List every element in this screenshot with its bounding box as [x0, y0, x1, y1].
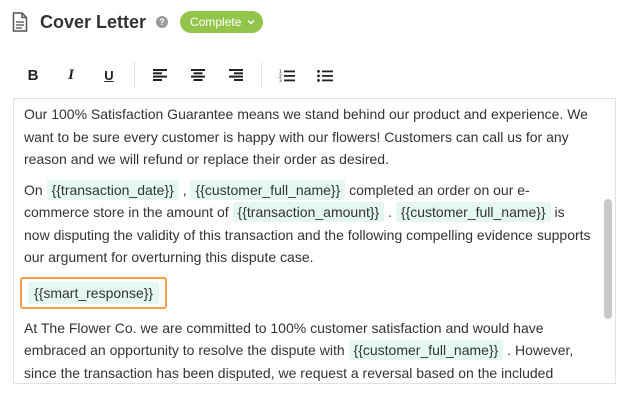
status-label: Complete — [190, 15, 242, 29]
template-variable-customer-full-name[interactable]: {{customer_full_name}} — [190, 179, 346, 200]
align-left-button[interactable] — [141, 60, 179, 90]
template-variable-customer-full-name[interactable]: {{customer_full_name}} — [395, 202, 551, 222]
svg-text:3: 3 — [279, 78, 282, 82]
status-dropdown[interactable]: Complete — [180, 11, 264, 33]
align-right-icon — [229, 69, 243, 81]
toolbar-divider — [261, 62, 262, 88]
paragraph-text: On — [24, 181, 47, 198]
italic-button[interactable]: I — [52, 60, 90, 90]
align-right-button[interactable] — [217, 60, 255, 90]
template-variable-customer-full-name[interactable]: {{customer_full_name}} — [348, 340, 504, 360]
align-center-icon — [191, 69, 205, 81]
document-icon — [12, 12, 28, 32]
page-title: Cover Letter — [40, 11, 147, 32]
template-variable-transaction-date[interactable]: {{transaction_date}} — [46, 179, 179, 200]
template-variable-smart-response[interactable]: {{smart_response}} — [28, 281, 160, 304]
question-circle-icon[interactable]: ? — [156, 16, 169, 28]
paragraph-guarantee: Our 100% Satisfaction Guarantee means we… — [24, 106, 588, 167]
ordered-list-icon: 1 2 3 — [279, 69, 295, 82]
bullet-list-button[interactable] — [306, 60, 344, 90]
page-header: Cover Letter ? Complete — [12, 8, 264, 36]
align-center-button[interactable] — [179, 60, 217, 90]
template-variable-transaction-amount[interactable]: {{transaction_amount}} — [232, 202, 385, 222]
paragraph-commitment: At The Flower Co. we are committed to 10… — [24, 317, 594, 384]
smart-response-highlight[interactable]: {{smart_response}} — [20, 276, 168, 309]
cover-letter-editor[interactable]: Our 100% Satisfaction Guarantee means we… — [13, 98, 616, 384]
toolbar-divider — [134, 62, 135, 88]
align-left-icon — [153, 69, 167, 81]
paragraph-text: , — [178, 181, 191, 198]
bullet-list-icon — [317, 69, 333, 82]
chevron-down-icon — [247, 17, 255, 27]
bold-button[interactable]: B — [14, 60, 52, 90]
editor-content[interactable]: Our 100% Satisfaction Guarantee means we… — [20, 103, 594, 384]
underline-button[interactable]: U — [90, 60, 128, 90]
formatting-toolbar: B I U 1 2 3 — [14, 56, 616, 94]
paragraph-text: . — [384, 204, 396, 220]
paragraph-dispute: On {{transaction_date}} , {{customer_ful… — [24, 179, 594, 269]
ordered-list-button[interactable]: 1 2 3 — [268, 60, 306, 90]
scrollbar-thumb[interactable] — [604, 199, 612, 319]
editor-scrollbar[interactable] — [604, 101, 612, 381]
